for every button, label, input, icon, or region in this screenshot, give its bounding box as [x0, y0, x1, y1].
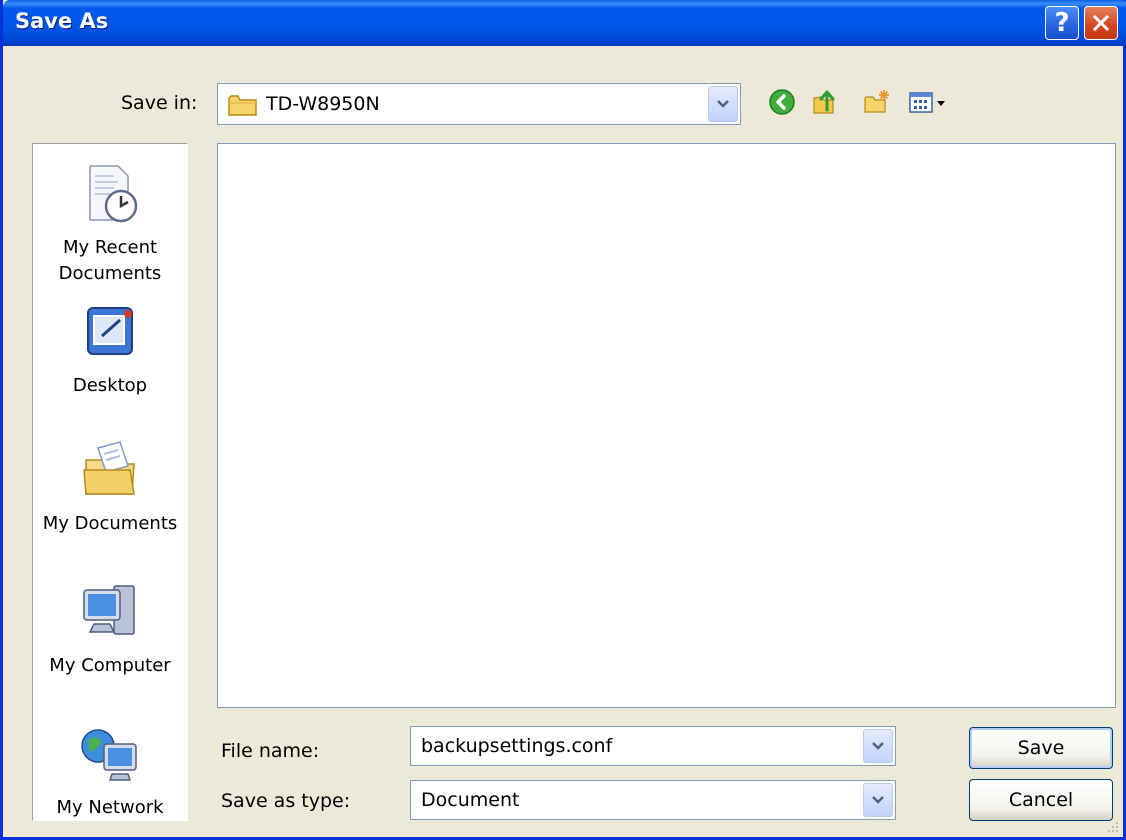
place-label: Documents [58, 263, 162, 284]
folder-icon [228, 95, 257, 116]
desktop-icon [87, 307, 133, 355]
views-menu-icon[interactable] [908, 88, 952, 116]
my-computer-icon [83, 585, 135, 635]
place-label: My Network [56, 797, 164, 818]
file-list-area[interactable] [217, 143, 1116, 708]
place-my-computer[interactable]: My Computer [33, 580, 187, 679]
place-label: My Documents [42, 513, 178, 534]
save-button[interactable]: Save [969, 727, 1113, 769]
chevron-down-icon [872, 796, 884, 804]
close-button[interactable] [1084, 6, 1118, 40]
back-icon[interactable] [768, 88, 796, 116]
title-bar[interactable]: Save As ? [3, 0, 1126, 46]
my-network-icon [81, 729, 137, 781]
save-in-value: TD-W8950N [266, 93, 380, 115]
file-name-dropdown-button[interactable] [863, 729, 893, 763]
place-my-network[interactable]: My Network [33, 722, 187, 821]
save-as-type-dropdown-button[interactable] [863, 783, 893, 817]
file-name-input[interactable]: backupsettings.conf [421, 727, 612, 765]
help-icon: ? [1054, 8, 1070, 38]
place-label: My Recent [62, 237, 158, 258]
save-in-label: Save in: [121, 92, 198, 114]
resize-grip-icon[interactable] [1105, 819, 1119, 833]
place-desktop[interactable]: Desktop [33, 300, 187, 399]
new-folder-icon[interactable] [863, 88, 891, 116]
cancel-button[interactable]: Cancel [969, 779, 1113, 821]
save-as-dialog: Save As ? Save in: TD-W8950N My Recent D… [0, 0, 1126, 840]
window-title: Save As [15, 9, 109, 33]
place-my-documents[interactable]: My Documents [33, 438, 187, 537]
help-button[interactable]: ? [1045, 6, 1079, 40]
place-label: My Computer [49, 655, 171, 676]
save-in-combo[interactable]: TD-W8950N [217, 83, 741, 125]
my-documents-icon [83, 441, 135, 495]
save-in-dropdown-button[interactable] [708, 86, 738, 122]
places-bar: My Recent Documents Desktop My Documents… [32, 143, 188, 821]
file-name-combo[interactable]: backupsettings.conf [410, 726, 896, 766]
place-my-recent-documents[interactable]: My Recent Documents [33, 162, 187, 287]
file-name-label: File name: [221, 740, 320, 762]
chevron-down-icon [717, 100, 729, 108]
chevron-down-icon [872, 742, 884, 750]
recent-documents-icon [89, 165, 138, 223]
close-icon [1092, 14, 1110, 32]
up-folder-icon[interactable] [811, 88, 839, 116]
save-as-type-combo[interactable]: Document [410, 780, 896, 820]
save-as-type-value: Document [421, 789, 520, 811]
place-label: Desktop [72, 375, 148, 396]
save-as-type-label: Save as type: [221, 790, 351, 812]
